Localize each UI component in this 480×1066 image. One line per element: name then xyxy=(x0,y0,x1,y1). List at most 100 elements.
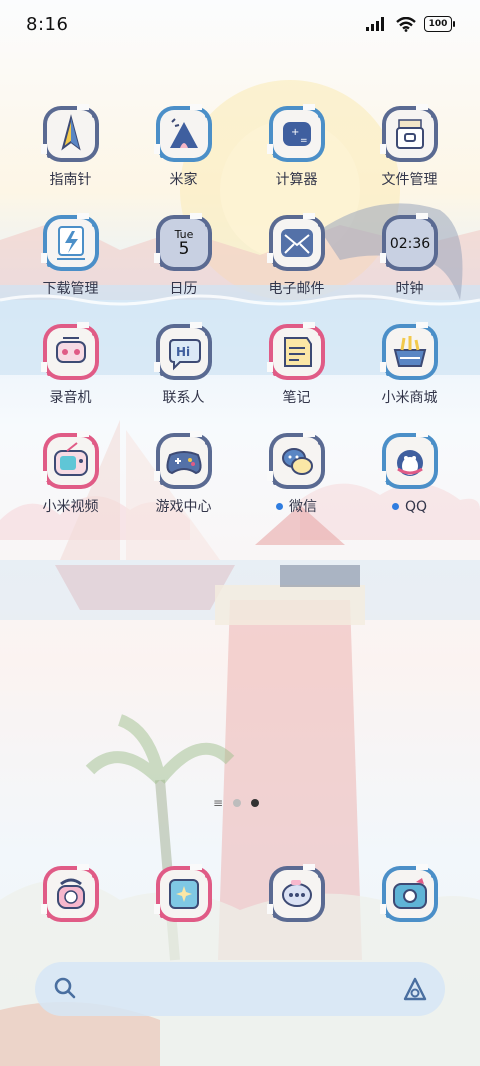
app-icon[interactable]: 02:36 xyxy=(379,213,440,273)
app-shop-basket[interactable]: 小米商城 xyxy=(353,322,466,407)
svg-text:Hi: Hi xyxy=(176,345,190,359)
app-icon[interactable]: + = xyxy=(266,104,327,164)
svg-text:=: = xyxy=(300,136,308,146)
download-icon xyxy=(40,213,99,271)
messages-icon xyxy=(266,864,325,922)
contacts-icon: Hi xyxy=(153,322,212,380)
app-label-text: 游戏中心 xyxy=(155,499,212,515)
signal-icon xyxy=(366,17,384,31)
calendar-icon: Tue5 xyxy=(153,213,212,271)
clock-icon: 02:36 xyxy=(379,213,438,271)
app-label-text: 小米视频 xyxy=(42,499,99,515)
assistant-icon[interactable] xyxy=(401,975,429,1003)
app-recorder[interactable]: 录音机 xyxy=(14,322,127,407)
dock-icon[interactable] xyxy=(266,864,327,924)
app-label-text: 米家 xyxy=(169,172,198,188)
app-gamepad[interactable]: 游戏中心 xyxy=(127,431,240,516)
app-icon[interactable] xyxy=(40,322,101,382)
app-icon[interactable] xyxy=(266,322,327,382)
app-icon[interactable] xyxy=(266,213,327,273)
app-mijia-home[interactable]: 米家 xyxy=(127,104,240,189)
app-label-text: 笔记 xyxy=(282,390,311,406)
tv-icon xyxy=(40,431,99,489)
phone-icon xyxy=(40,864,99,922)
app-label-text: 时钟 xyxy=(395,281,424,297)
calendar-day: 5 xyxy=(178,239,189,259)
folder-icon xyxy=(379,104,438,162)
dock-phone[interactable] xyxy=(14,864,127,924)
page-dot-2[interactable] xyxy=(251,799,260,807)
app-icon[interactable] xyxy=(153,104,214,164)
app-icon[interactable] xyxy=(379,322,440,382)
gamepad-icon xyxy=(153,431,212,489)
gallery-icon xyxy=(153,864,212,922)
calculator-icon: += xyxy=(266,104,325,162)
app-contacts[interactable]: Hi 联系人 xyxy=(127,322,240,407)
shop-basket-icon xyxy=(379,322,438,380)
app-label: 微信 xyxy=(276,498,317,516)
dock-icon[interactable] xyxy=(40,864,101,924)
notes-icon xyxy=(266,322,325,380)
app-label: 联系人 xyxy=(163,389,205,407)
dock-icon[interactable] xyxy=(379,864,440,924)
app-label-text: 录音机 xyxy=(49,390,92,406)
app-icon[interactable] xyxy=(266,431,327,491)
notification-dot xyxy=(276,503,283,510)
app-label-text: 日历 xyxy=(169,281,198,297)
svg-text:+: + xyxy=(291,127,299,138)
dock-messages[interactable] xyxy=(240,864,353,924)
dock-camera[interactable] xyxy=(353,864,466,924)
app-calendar[interactable]: Tue 5 日历 xyxy=(127,213,240,298)
app-icon[interactable] xyxy=(379,431,440,491)
app-tv[interactable]: 小米视频 xyxy=(14,431,127,516)
app-icon[interactable]: Hi xyxy=(153,322,214,382)
search-bar[interactable] xyxy=(35,962,445,1016)
app-label: 计算器 xyxy=(276,171,318,189)
app-calculator[interactable]: + = 计算器 xyxy=(240,104,353,189)
wechat-icon xyxy=(266,431,325,489)
page-indicator[interactable]: ≡ xyxy=(213,796,260,810)
dock-gallery[interactable] xyxy=(127,864,240,924)
app-label-text: 联系人 xyxy=(162,390,205,406)
app-clock[interactable]: 02:36 时钟 xyxy=(353,213,466,298)
battery-icon: 100 xyxy=(424,16,455,32)
wifi-icon xyxy=(396,16,416,32)
search-input[interactable] xyxy=(89,978,393,1002)
status-time: 8:16 xyxy=(26,14,69,35)
app-icon[interactable] xyxy=(153,431,214,491)
mijia-home-icon xyxy=(153,104,212,162)
app-icon[interactable] xyxy=(379,104,440,164)
recorder-icon xyxy=(40,322,99,380)
clock-time: 02:36 xyxy=(389,236,429,252)
notification-dot xyxy=(391,503,399,510)
app-label: 日历 xyxy=(170,280,198,298)
page-dot-1[interactable] xyxy=(233,799,242,807)
mail-icon xyxy=(266,213,325,271)
app-qq-penguin[interactable]: QQ xyxy=(353,431,466,516)
app-download[interactable]: 下载管理 xyxy=(14,213,127,298)
app-label-text: 下载管理 xyxy=(42,281,99,297)
app-label-text: 指南针 xyxy=(49,172,92,188)
app-label: 小米商城 xyxy=(382,389,438,407)
app-label: 录音机 xyxy=(50,389,92,407)
app-folder[interactable]: 文件管理 xyxy=(353,104,466,189)
app-notes[interactable]: 笔记 xyxy=(240,322,353,407)
app-grid: 指南针 米家 + = 计算器 文件管理下载管理 Tue 5 日历 电子邮件 02:36 时钟录音机 Hi… xyxy=(14,104,466,516)
app-compass[interactable]: 指南针 xyxy=(14,104,127,189)
dock xyxy=(14,864,466,924)
app-icon[interactable] xyxy=(40,213,101,273)
app-drawer-lines-icon[interactable]: ≡ xyxy=(213,796,223,810)
app-icon[interactable] xyxy=(40,431,101,491)
app-icon[interactable] xyxy=(40,104,101,164)
app-icon[interactable]: Tue 5 xyxy=(153,213,214,273)
app-label: QQ xyxy=(391,498,427,516)
app-wechat[interactable]: 微信 xyxy=(240,431,353,516)
app-label: 文件管理 xyxy=(382,171,438,189)
app-mail[interactable]: 电子邮件 xyxy=(240,213,353,298)
app-label: 下载管理 xyxy=(43,280,99,298)
app-label-text: 计算器 xyxy=(275,172,318,188)
dock-icon[interactable] xyxy=(153,864,214,924)
status-bar: 8:16 100 xyxy=(0,0,480,50)
app-label: 指南针 xyxy=(50,171,92,189)
app-label-text: 微信 xyxy=(289,499,317,515)
